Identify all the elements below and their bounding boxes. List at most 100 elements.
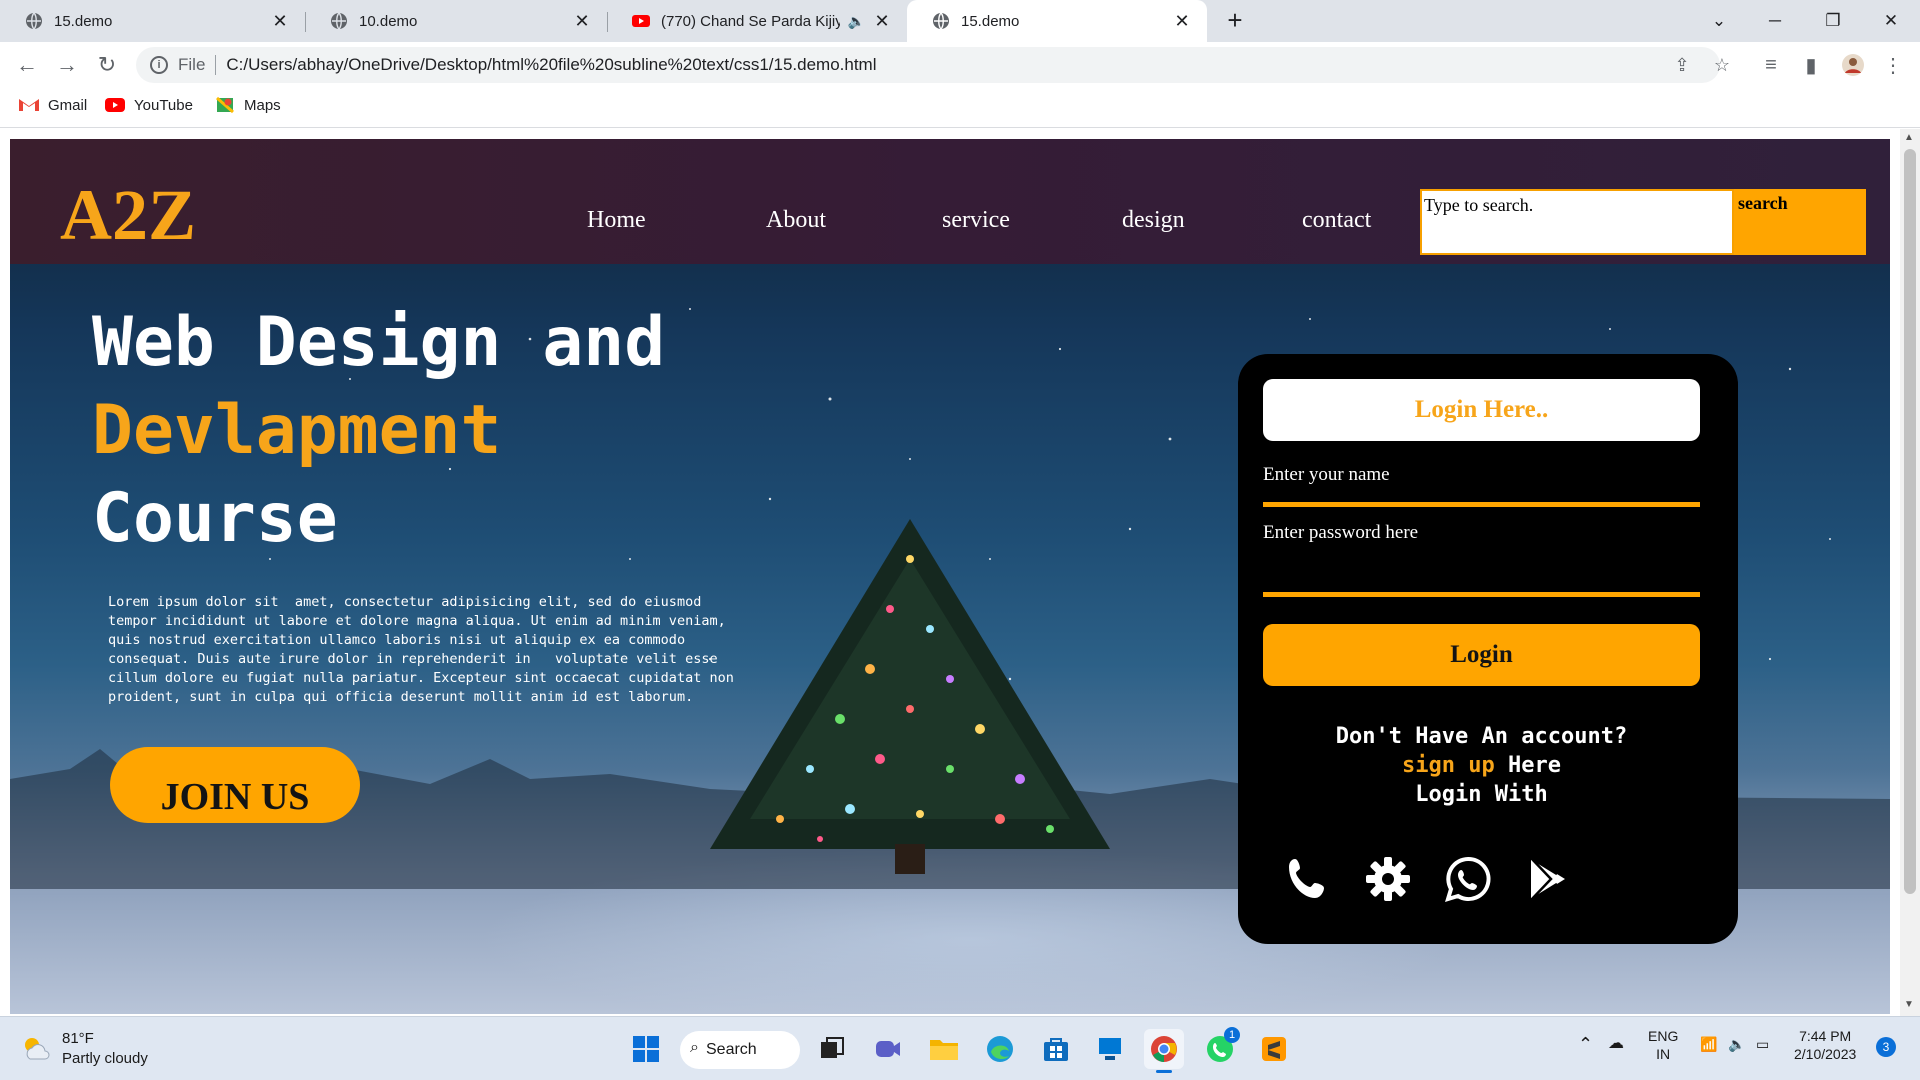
- login-heading: Login Here..: [1263, 379, 1700, 441]
- site-logo[interactable]: A2Z: [60, 179, 196, 251]
- page-viewport: A2Z Home About service design contact Ty…: [0, 129, 1920, 1016]
- weather-temp: 81°F: [62, 1030, 94, 1047]
- password-field-underline[interactable]: [1263, 592, 1700, 597]
- tab-title: 15.demo: [961, 12, 1020, 30]
- play-store-icon[interactable]: [1523, 854, 1573, 904]
- volume-icon[interactable]: 🔈: [1728, 1035, 1745, 1053]
- language-indicator[interactable]: ENG IN: [1648, 1027, 1678, 1063]
- profile-avatar[interactable]: [1838, 50, 1868, 80]
- youtube-icon: [105, 98, 125, 112]
- onedrive-icon[interactable]: ☁: [1608, 1035, 1624, 1053]
- page-scrollbar[interactable]: ▲ ▼: [1900, 129, 1920, 1016]
- nav-service[interactable]: service: [942, 207, 1010, 234]
- tab-15demo-1[interactable]: 15.demo ✕: [0, 0, 305, 42]
- globe-icon: [331, 12, 347, 30]
- name-field-underline[interactable]: [1263, 502, 1700, 507]
- chrome-icon[interactable]: [1144, 1029, 1184, 1073]
- search-input[interactable]: Type to search.: [1420, 189, 1734, 255]
- taskbar-search[interactable]: ⌕ Search: [680, 1031, 800, 1069]
- close-tab-icon[interactable]: ✕: [573, 11, 591, 31]
- speaker-icon[interactable]: 🔈: [848, 13, 865, 30]
- whatsapp-icon[interactable]: [1443, 854, 1493, 904]
- close-tab-icon[interactable]: ✕: [1173, 11, 1191, 31]
- url-text[interactable]: C:/Users/abhay/OneDrive/Desktop/html%20f…: [226, 55, 876, 75]
- side-panel-icon[interactable]: ▮: [1796, 50, 1826, 80]
- login-card: Login Here.. Enter your name Enter passw…: [1238, 354, 1738, 944]
- bookmark-gmail[interactable]: Gmail: [18, 96, 87, 114]
- phone-icon[interactable]: [1283, 854, 1333, 904]
- nav-design[interactable]: design: [1122, 207, 1185, 234]
- browser-toolbar: ← → ↻ i File C:/Users/abhay/OneDrive/Des…: [0, 42, 1920, 88]
- notification-count-badge[interactable]: 3: [1876, 1037, 1896, 1057]
- new-tab-button[interactable]: +: [1220, 6, 1250, 36]
- wifi-icon[interactable]: 📶: [1700, 1035, 1717, 1053]
- forward-icon[interactable]: →: [52, 50, 82, 80]
- tab-15demo-active[interactable]: 15.demo ✕: [907, 0, 1207, 42]
- bookmark-star-icon[interactable]: ☆: [1708, 51, 1736, 79]
- tab-youtube[interactable]: (770) Chand Se Parda Kijiye 🔈 ✕: [607, 0, 907, 42]
- nav-contact[interactable]: contact: [1302, 207, 1371, 234]
- windows-taskbar: 81°F Partly cloudy ⌕ Search 1 ⌃ ☁ ENG IN…: [0, 1016, 1920, 1080]
- nav-home[interactable]: Home: [587, 207, 646, 234]
- clock[interactable]: 7:44 PM 2/10/2023: [1794, 1027, 1856, 1063]
- task-view-icon[interactable]: [812, 1029, 852, 1069]
- remote-desktop-icon[interactable]: [1090, 1029, 1130, 1069]
- weather-widget[interactable]: 81°F Partly cloudy: [20, 1029, 148, 1069]
- bookmark-youtube[interactable]: YouTube: [104, 96, 193, 114]
- restore-button[interactable]: ❐: [1810, 0, 1856, 42]
- hero-line-2: Devlapment: [92, 391, 502, 470]
- tab-title: (770) Chand Se Parda Kijiye: [661, 12, 840, 30]
- signup-suffix: Here: [1494, 753, 1561, 778]
- nav-about[interactable]: About: [766, 207, 826, 234]
- name-field-label[interactable]: Enter your name: [1263, 464, 1390, 486]
- login-with-text: Login With: [1415, 782, 1548, 807]
- url-scheme: File: [178, 55, 206, 74]
- menu-dots-icon[interactable]: ⋮: [1878, 50, 1908, 80]
- reading-list-icon[interactable]: ≡: [1756, 50, 1786, 80]
- meet-now-icon[interactable]: [868, 1029, 908, 1069]
- hero-line-3: Course: [92, 479, 338, 558]
- gear-icon[interactable]: [1363, 854, 1413, 904]
- start-button[interactable]: [626, 1029, 666, 1069]
- weather-desc: Partly cloudy: [62, 1050, 148, 1067]
- file-explorer-icon[interactable]: [924, 1029, 964, 1069]
- tray-overflow-icon[interactable]: ⌃: [1578, 1035, 1593, 1053]
- tab-10demo[interactable]: 10.demo ✕: [305, 0, 607, 42]
- language-line2: IN: [1656, 1046, 1671, 1062]
- password-field-label[interactable]: Enter password here: [1263, 522, 1418, 544]
- store-icon[interactable]: [1036, 1029, 1076, 1069]
- search-icon: ⌕: [690, 1039, 699, 1056]
- tab-search-icon[interactable]: ⌄: [1696, 0, 1742, 42]
- maps-icon: [216, 96, 234, 114]
- site-navbar: A2Z Home About service design contact Ty…: [10, 139, 1890, 264]
- battery-icon[interactable]: ▭: [1756, 1035, 1769, 1053]
- reload-icon[interactable]: ↻: [92, 50, 122, 80]
- tab-title: 10.demo: [359, 12, 418, 30]
- back-icon[interactable]: ←: [12, 50, 42, 80]
- scroll-down-arrow[interactable]: ▼: [1904, 999, 1914, 1010]
- scroll-thumb[interactable]: [1904, 149, 1916, 894]
- scroll-up-arrow[interactable]: ▲: [1904, 132, 1914, 143]
- close-tab-icon[interactable]: ✕: [271, 11, 289, 31]
- minimize-button[interactable]: ─: [1752, 0, 1798, 42]
- partly-cloudy-icon: [25, 1038, 50, 1060]
- bookmark-label: YouTube: [134, 96, 193, 114]
- clock-time: 7:44 PM: [1799, 1028, 1852, 1044]
- info-icon[interactable]: i: [150, 56, 168, 74]
- whatsapp-taskbar-icon[interactable]: 1: [1200, 1027, 1240, 1069]
- no-account-text: Don't Have An account?: [1335, 724, 1628, 749]
- address-bar[interactable]: i File C:/Users/abhay/OneDrive/Desktop/h…: [136, 47, 1720, 83]
- bookmark-label: Gmail: [48, 96, 88, 114]
- share-icon[interactable]: ⇪: [1668, 51, 1696, 79]
- hero-description: Lorem ipsum dolor sit amet, consectetur …: [108, 594, 734, 705]
- join-us-button[interactable]: JOIN US: [110, 747, 360, 823]
- bookmark-maps[interactable]: Maps: [214, 96, 281, 114]
- close-window-button[interactable]: ✕: [1868, 0, 1914, 42]
- edge-icon[interactable]: [980, 1029, 1020, 1069]
- signup-link[interactable]: sign up: [1402, 753, 1495, 778]
- login-button[interactable]: Login: [1263, 624, 1700, 686]
- sublime-text-icon[interactable]: [1254, 1029, 1294, 1069]
- search-button[interactable]: search: [1734, 189, 1866, 255]
- close-tab-icon[interactable]: ✕: [873, 11, 891, 31]
- taskbar-search-label: Search: [706, 1041, 757, 1058]
